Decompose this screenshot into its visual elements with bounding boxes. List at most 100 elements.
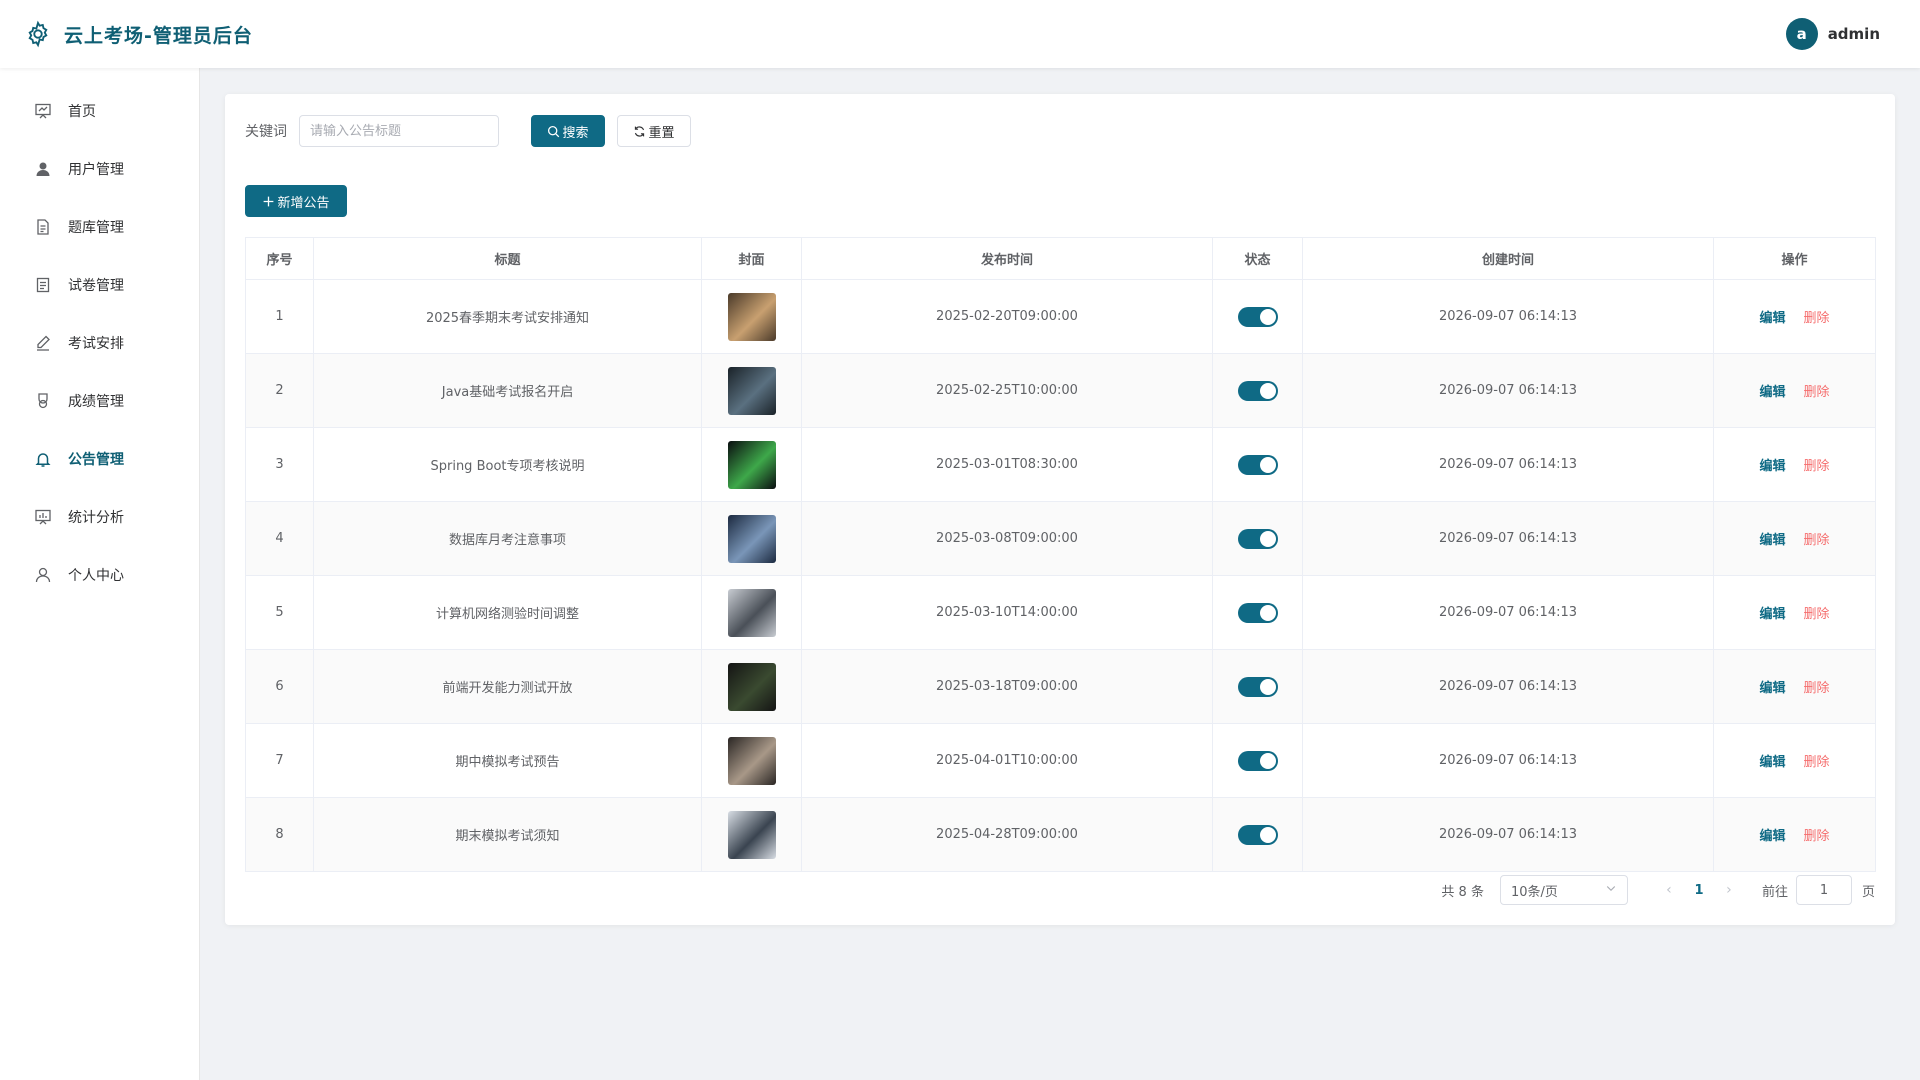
- table-header-row: 序号 标题 封面 发布时间 状态 创建时间 操作: [245, 237, 1876, 280]
- status-toggle[interactable]: [1237, 380, 1278, 401]
- delete-button[interactable]: 删除: [1804, 459, 1830, 474]
- sidebar-item-label: 考试安排: [68, 336, 124, 352]
- chart-icon: [34, 508, 52, 526]
- cell-created-time: 2026-09-07 06:14:13: [1302, 427, 1714, 502]
- sidebar-item-bell[interactable]: 公告管理: [0, 430, 199, 488]
- delete-button[interactable]: 删除: [1804, 607, 1830, 622]
- page-size-select[interactable]: 10条/页: [1499, 875, 1628, 905]
- username[interactable]: admin: [1828, 25, 1880, 43]
- announcement-table: 序号 标题 封面 发布时间 状态 创建时间 操作 1 2025春季期末考试安排通知…: [245, 237, 1876, 872]
- cell-actions: 编辑 删除: [1713, 797, 1876, 872]
- delete-button[interactable]: 删除: [1804, 681, 1830, 696]
- sidebar-item-document[interactable]: 题库管理: [0, 198, 199, 256]
- cell-publish-time: 2025-04-01T10:00:00: [801, 723, 1213, 798]
- status-toggle[interactable]: [1237, 750, 1278, 771]
- delete-button[interactable]: 删除: [1804, 533, 1830, 548]
- sidebar-item-person[interactable]: 个人中心: [0, 546, 199, 604]
- sidebar-menu: 首页 用户管理 题库管理试卷管理考试安排成绩管理 公告管理 统计分析个人中心: [0, 68, 199, 604]
- cell-actions: 编辑 删除: [1713, 427, 1876, 502]
- cover-thumbnail[interactable]: [727, 810, 776, 859]
- status-toggle[interactable]: [1237, 454, 1278, 475]
- delete-button[interactable]: 删除: [1804, 755, 1830, 770]
- table-row: 8 期末模拟考试须知 2025-04-28T09:00:00 2026-09-07 0…: [245, 797, 1876, 872]
- edit-button[interactable]: 编辑: [1759, 755, 1785, 770]
- cell-status: [1212, 797, 1303, 872]
- table-row: 6 前端开发能力测试开放 2025-03-18T09:00:00 2026-09-07…: [245, 649, 1876, 724]
- column-header-title: 标题: [313, 237, 702, 280]
- cell-index: 7: [245, 723, 314, 798]
- cell-cover: [701, 797, 802, 872]
- next-page-button[interactable]: ›: [1714, 882, 1744, 898]
- sidebar-item-tickets[interactable]: 试卷管理: [0, 256, 199, 314]
- column-header-created-time: 创建时间: [1302, 237, 1714, 280]
- edit-button[interactable]: 编辑: [1759, 533, 1785, 548]
- cell-status: [1212, 279, 1303, 354]
- search-button[interactable]: 搜索: [531, 115, 605, 147]
- person-icon: [34, 566, 52, 584]
- status-toggle[interactable]: [1237, 676, 1278, 697]
- status-toggle[interactable]: [1237, 824, 1278, 845]
- sidebar-item-label: 个人中心: [68, 568, 124, 584]
- search-input[interactable]: [299, 115, 499, 147]
- cover-thumbnail[interactable]: [727, 440, 776, 489]
- column-header-index: 序号: [245, 237, 314, 280]
- pagination-total: 共 8 条: [1441, 884, 1484, 900]
- cell-title: Java基础考试报名开启: [313, 353, 702, 428]
- cover-thumbnail[interactable]: [727, 514, 776, 563]
- user-icon: [34, 160, 52, 178]
- sidebar-item-chart[interactable]: 统计分析: [0, 488, 199, 546]
- goto-page-input[interactable]: [1795, 875, 1852, 905]
- search-bar: 关键词 搜索 重置: [245, 115, 691, 147]
- cell-created-time: 2026-09-07 06:14:13: [1302, 279, 1714, 354]
- cell-cover: [701, 723, 802, 798]
- cell-title: 前端开发能力测试开放: [313, 649, 702, 724]
- delete-button[interactable]: 删除: [1804, 311, 1830, 326]
- sidebar-item-medal[interactable]: 成绩管理: [0, 372, 199, 430]
- dashboard-icon: [34, 102, 52, 120]
- column-header-cover: 封面: [701, 237, 802, 280]
- edit-button[interactable]: 编辑: [1759, 681, 1785, 696]
- page-unit-label: 页: [1861, 884, 1875, 900]
- sidebar: 首页 用户管理 题库管理试卷管理考试安排成绩管理 公告管理 统计分析个人中心: [0, 68, 200, 1080]
- reset-button[interactable]: 重置: [617, 115, 691, 147]
- status-toggle[interactable]: [1237, 306, 1278, 327]
- page-number-current[interactable]: 1: [1684, 883, 1714, 898]
- add-announcement-button[interactable]: 新增公告: [245, 185, 347, 217]
- search-icon: [547, 125, 560, 138]
- cell-cover: [701, 279, 802, 354]
- cell-actions: 编辑 删除: [1713, 353, 1876, 428]
- user-menu[interactable]: a admin: [1785, 18, 1880, 50]
- top-header: 云上考场-管理员后台 a admin: [0, 0, 1920, 68]
- delete-button[interactable]: 删除: [1804, 385, 1830, 400]
- sidebar-item-user[interactable]: 用户管理: [0, 140, 199, 198]
- cover-thumbnail[interactable]: [727, 292, 776, 341]
- sidebar-item-edit-pen[interactable]: 考试安排: [0, 314, 199, 372]
- sidebar-item-dashboard[interactable]: 首页: [0, 82, 199, 140]
- column-header-publish-time: 发布时间: [801, 237, 1213, 280]
- cell-created-time: 2026-09-07 06:14:13: [1302, 649, 1714, 724]
- prev-page-button[interactable]: ‹: [1654, 882, 1684, 898]
- search-label: 关键词: [245, 124, 287, 140]
- edit-button[interactable]: 编辑: [1759, 607, 1785, 622]
- cell-actions: 编辑 删除: [1713, 649, 1876, 724]
- edit-button[interactable]: 编辑: [1759, 459, 1785, 474]
- cover-thumbnail[interactable]: [727, 736, 776, 785]
- status-toggle[interactable]: [1237, 528, 1278, 549]
- delete-button[interactable]: 删除: [1804, 829, 1830, 844]
- reset-button-label: 重置: [648, 125, 675, 141]
- avatar[interactable]: a: [1785, 18, 1818, 50]
- edit-button[interactable]: 编辑: [1759, 311, 1785, 326]
- cover-thumbnail[interactable]: [727, 588, 776, 637]
- bell-icon: [34, 450, 52, 468]
- cover-thumbnail[interactable]: [727, 662, 776, 711]
- edit-button[interactable]: 编辑: [1759, 385, 1785, 400]
- sidebar-item-label: 试卷管理: [68, 278, 124, 294]
- status-toggle[interactable]: [1237, 602, 1278, 623]
- cell-created-time: 2026-09-07 06:14:13: [1302, 575, 1714, 650]
- cover-thumbnail[interactable]: [727, 366, 776, 415]
- edit-button[interactable]: 编辑: [1759, 829, 1785, 844]
- cell-status: [1212, 723, 1303, 798]
- cell-actions: 编辑 删除: [1713, 723, 1876, 798]
- cell-cover: [701, 501, 802, 576]
- cell-title: 2025春季期末考试安排通知: [313, 279, 702, 354]
